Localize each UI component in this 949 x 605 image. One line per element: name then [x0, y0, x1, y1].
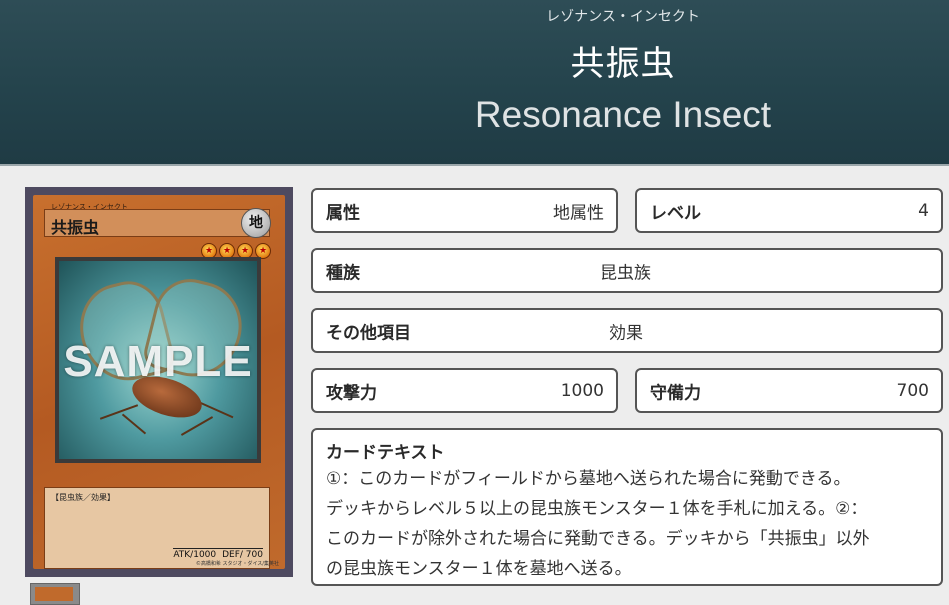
level-label: レベル	[650, 203, 701, 223]
type-box: 種族 昆虫族	[311, 248, 943, 293]
card-name-japanese: 共振虫	[570, 44, 676, 84]
card-effect-line: の昆虫族モンスター１体を墓地へ送る。	[326, 559, 632, 579]
card-image-copyright: ©高橋和希 スタジオ・ダイス/集英社	[195, 561, 279, 567]
type-value: 昆虫族	[600, 263, 651, 283]
level-value: 4	[918, 200, 929, 221]
other-items-label: その他項目	[326, 323, 411, 343]
card-image-textbox: 【昆虫族／効果】 ATK/1000 DEF/ 700	[44, 487, 270, 569]
insect-leg	[99, 404, 139, 420]
def-box: 守備力 700	[635, 368, 943, 413]
other-items-box: その他項目 効果	[311, 308, 943, 353]
attribute-box: 属性 地属性	[311, 188, 618, 233]
sample-watermark: SAMPLE	[63, 337, 253, 386]
other-items-value: 効果	[609, 323, 643, 343]
attribute-label: 属性	[326, 203, 360, 223]
def-label: 守備力	[650, 383, 701, 403]
card-frame: レゾナンス・インセクト 共振虫 地 ★ ★ ★ ★ SAMPLE 【昆虫族／効果】 A…	[33, 195, 285, 569]
insect-leg	[121, 413, 147, 435]
card-image-titlebar: 共振虫 地	[44, 208, 271, 238]
attribute-value: 地属性	[553, 203, 604, 223]
level-box: レベル 4	[635, 188, 943, 233]
type-label: 種族	[326, 263, 360, 283]
card-image-type-line: 【昆虫族／効果】	[51, 493, 115, 502]
card-effect-line: デッキからレベル５以上の昆虫族モンスター１体を手札に加える。②：	[326, 499, 868, 519]
card-effect-line: ①：このカードがフィールドから墓地へ送られた場合に発動できる。	[326, 469, 851, 489]
atk-value: 1000	[560, 380, 604, 401]
page-header: レゾナンス・インセクト 共振虫 Resonance Insect	[0, 0, 949, 166]
card-text-label: カードテキスト	[326, 443, 445, 463]
card-image[interactable]: レゾナンス・インセクト 共振虫 地 ★ ★ ★ ★ SAMPLE 【昆虫族／効果】 A…	[25, 187, 293, 577]
card-image-title: 共振虫	[51, 218, 100, 237]
atk-label: 攻撃力	[326, 383, 377, 403]
card-image-def: DEF/ 700	[222, 550, 263, 560]
earth-attribute-icon: 地	[241, 208, 271, 238]
card-image-stats: ATK/1000 DEF/ 700	[173, 548, 263, 560]
card-effect-text: ①：このカードがフィールドから墓地へ送られた場合に発動できる。 デッキからレベル…	[326, 464, 942, 584]
card-thumbnail[interactable]	[30, 583, 80, 605]
card-artwork: SAMPLE	[59, 261, 257, 459]
card-name-ruby: レゾナンス・インセクト	[546, 9, 700, 25]
card-effect-line: このカードが除外された場合に発動できる。デッキから「共振虫」以外	[326, 529, 870, 549]
atk-box: 攻撃力 1000	[311, 368, 618, 413]
card-text-box: カードテキスト ①：このカードがフィールドから墓地へ送られた場合に発動できる。 …	[311, 428, 943, 586]
card-name-english: Resonance Insect	[474, 94, 772, 135]
card-artwork-frame: SAMPLE	[55, 257, 261, 463]
insect-leg	[180, 416, 214, 436]
card-image-atk: ATK/1000	[173, 550, 217, 560]
def-value: 700	[896, 380, 929, 401]
